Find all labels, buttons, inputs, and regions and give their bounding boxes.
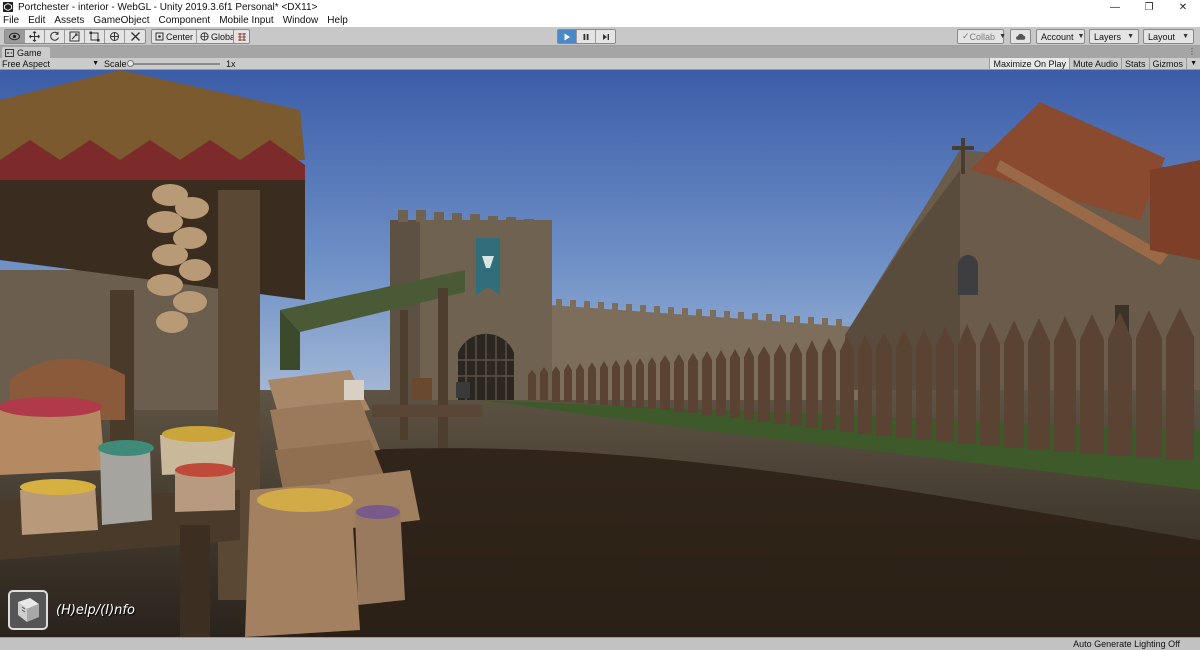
account-label: Account xyxy=(1041,31,1074,42)
jar-lid-gold xyxy=(20,479,96,495)
help-info-label: (H)elp/(I)nfo xyxy=(56,602,135,618)
stall-table xyxy=(372,405,482,417)
check-icon: ✓ xyxy=(962,31,970,41)
pause-icon[interactable] xyxy=(577,30,596,43)
globe-icon xyxy=(200,32,209,41)
church-window xyxy=(958,255,978,295)
menu-gameobject[interactable]: GameObject xyxy=(93,15,149,26)
transform-tool-icon[interactable] xyxy=(105,30,125,43)
aspect-label: Free Aspect xyxy=(2,58,51,69)
layers-label: Layers xyxy=(1094,31,1122,42)
minimize-button[interactable]: — xyxy=(1098,0,1132,14)
basket-1 xyxy=(0,410,105,475)
spice-red xyxy=(0,397,102,417)
menu-window[interactable]: Window xyxy=(283,15,319,26)
game-view-options: Maximize On Play Mute Audio Stats Gizmos… xyxy=(989,58,1200,70)
menu-mobile-input[interactable]: Mobile Input xyxy=(219,15,273,26)
snap-settings xyxy=(233,29,250,44)
layout-dropdown[interactable]: Layout ▼ xyxy=(1143,29,1194,44)
pivot-center-icon xyxy=(155,32,164,41)
side-roof xyxy=(1150,160,1200,260)
gizmos-chevron-icon[interactable]: ▼ xyxy=(1186,58,1200,69)
collab-dropdown[interactable]: ✓ Collab ▼ xyxy=(957,29,1006,44)
jar-lid-red xyxy=(175,463,235,477)
mute-audio-toggle[interactable]: Mute Audio xyxy=(1069,58,1121,69)
menu-help[interactable]: Help xyxy=(327,15,348,26)
menu-bar: File Edit Assets GameObject Component Mo… xyxy=(0,14,1200,27)
hand-tool-icon[interactable] xyxy=(5,30,25,43)
move-tool-icon[interactable] xyxy=(25,30,45,43)
pivot-mode-button[interactable]: Center xyxy=(152,30,198,43)
pivot-mode-label: Center xyxy=(166,31,194,42)
collab-label: Collab xyxy=(969,31,996,42)
jar-lid-teal xyxy=(98,440,154,456)
chevron-down-icon: ▼ xyxy=(1127,33,1134,40)
jar-lid-yellow xyxy=(162,426,234,442)
pivot-toggles: Center Global xyxy=(151,29,243,44)
cloud-button[interactable] xyxy=(1010,29,1031,44)
scale-value: 1x xyxy=(226,58,236,69)
window-title: Portchester - interior - WebGL - Unity 2… xyxy=(18,1,318,13)
close-button[interactable]: ✕ xyxy=(1166,0,1200,14)
cloud-icon xyxy=(1016,33,1026,40)
unity-logo-icon xyxy=(3,2,13,12)
menu-edit[interactable]: Edit xyxy=(28,15,45,26)
tab-bar: Game ⋮ xyxy=(0,46,1200,58)
game-toolbar: Free Aspect ▼ Scale 1x Maximize On Play … xyxy=(0,58,1200,70)
rotate-tool-icon[interactable] xyxy=(45,30,65,43)
chevron-down-icon: ▼ xyxy=(92,60,99,67)
scale-tool-icon[interactable] xyxy=(65,30,85,43)
status-bar: Auto Generate Lighting Off xyxy=(0,637,1200,650)
stall-post xyxy=(438,288,448,448)
play-controls xyxy=(557,29,616,44)
status-message: Auto Generate Lighting Off xyxy=(1073,639,1180,649)
window-controls: — ❐ ✕ xyxy=(1098,0,1200,14)
menu-assets[interactable]: Assets xyxy=(54,15,84,26)
help-book-icon[interactable] xyxy=(8,590,48,630)
chevron-down-icon: ▼ xyxy=(1077,33,1085,40)
chevron-down-icon: ▼ xyxy=(999,33,1006,40)
account-dropdown[interactable]: Account ▼ xyxy=(1036,29,1085,44)
stall-post-2 xyxy=(400,310,408,440)
transform-tools xyxy=(4,29,146,44)
jar-grey xyxy=(100,445,152,525)
kebab-menu-icon[interactable]: ⋮ xyxy=(1188,47,1196,56)
aspect-dropdown[interactable]: Free Aspect ▼ xyxy=(2,58,99,69)
gizmos-toggle[interactable]: Gizmos xyxy=(1148,58,1187,69)
scale-slider-track[interactable] xyxy=(128,63,220,65)
scale-slider-thumb[interactable] xyxy=(127,60,134,67)
maximize-on-play-toggle[interactable]: Maximize On Play xyxy=(989,58,1069,69)
custom-tool-icon[interactable] xyxy=(125,30,145,43)
stats-toggle[interactable]: Stats xyxy=(1121,58,1149,69)
maximize-button[interactable]: ❐ xyxy=(1132,0,1166,14)
chevron-down-icon: ▼ xyxy=(1182,33,1189,40)
tab-game[interactable]: Game xyxy=(2,47,50,58)
menu-file[interactable]: File xyxy=(3,15,19,26)
step-icon[interactable] xyxy=(596,30,615,43)
layout-label: Layout xyxy=(1148,31,1176,42)
menu-component[interactable]: Component xyxy=(159,15,211,26)
game-viewport[interactable]: (H)elp/(I)nfo xyxy=(0,70,1200,637)
main-toolbar: Center Global ✓ Collab ▼ Account ▼ Layer… xyxy=(0,27,1200,46)
game-view-icon xyxy=(5,48,14,57)
play-icon[interactable] xyxy=(558,30,577,43)
layers-dropdown[interactable]: Layers ▼ xyxy=(1089,29,1139,44)
castle-courtyard-scene xyxy=(0,70,1200,637)
rect-tool-icon[interactable] xyxy=(85,30,105,43)
title-bar: Portchester - interior - WebGL - Unity 2… xyxy=(0,0,1200,14)
snap-icon[interactable] xyxy=(234,30,249,43)
counter-leg xyxy=(180,525,210,637)
help-overlay[interactable]: (H)elp/(I)nfo xyxy=(8,590,135,630)
tab-game-label: Game xyxy=(17,47,42,58)
scale-label: Scale xyxy=(104,58,127,69)
